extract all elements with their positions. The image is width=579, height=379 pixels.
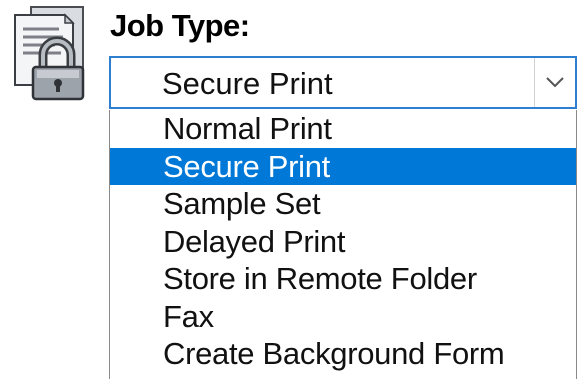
option-secure-print[interactable]: Secure Print (110, 147, 576, 185)
option-create-background-form[interactable]: Create Background Form (110, 335, 576, 373)
option-delayed-print[interactable]: Delayed Print (110, 223, 576, 261)
option-normal-print[interactable]: Normal Print (110, 110, 576, 148)
secure-document-padlock-icon (7, 3, 99, 103)
option-store-in-remote-folder[interactable]: Store in Remote Folder (110, 260, 576, 298)
option-fax[interactable]: Fax (110, 298, 576, 336)
dropdown-arrow-button[interactable] (534, 58, 575, 107)
option-sample-set[interactable]: Sample Set (110, 185, 576, 223)
job-type-panel: Job Type: Secure Print Normal Print Secu… (0, 0, 579, 379)
job-type-select[interactable]: Secure Print (109, 56, 577, 109)
selected-job-type: Secure Print (162, 66, 333, 101)
chevron-down-icon (546, 77, 564, 88)
job-type-options-list: Normal Print Secure Print Sample Set Del… (109, 110, 577, 379)
job-type-label: Job Type: (110, 8, 250, 43)
